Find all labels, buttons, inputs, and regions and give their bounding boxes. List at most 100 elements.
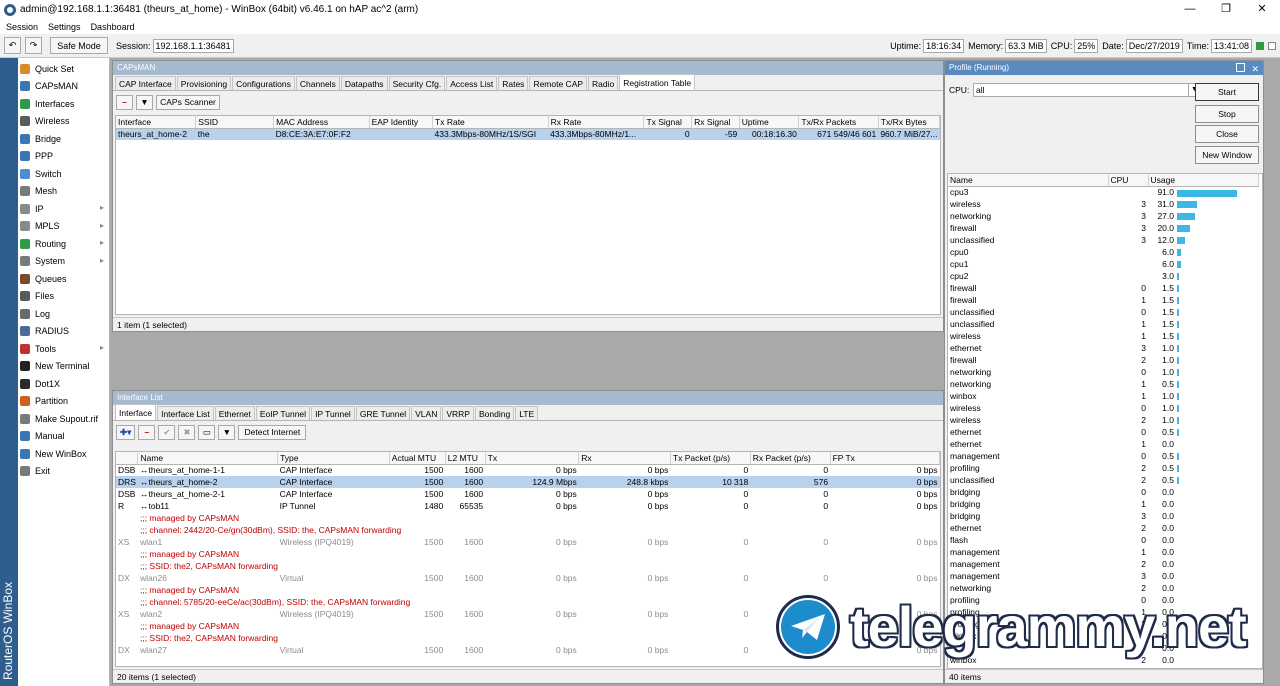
tab-channels[interactable]: Channels	[295, 76, 340, 90]
table-row[interactable]: wireless 0 1.0	[948, 402, 1258, 414]
column-header[interactable]: MAC Address	[273, 116, 370, 129]
menu-dashboard[interactable]: Dashboard	[91, 22, 135, 32]
tab-datapaths[interactable]: Datapaths	[340, 76, 388, 90]
detect-internet-button[interactable]: Detect Internet	[238, 424, 307, 440]
sidebar-item-ppp[interactable]: PPP	[20, 148, 108, 166]
column-header[interactable]: EAP Identity	[369, 116, 434, 129]
tab-security-cfg-[interactable]: Security Cfg.	[388, 76, 446, 90]
column-header[interactable]: Tx Signal	[643, 116, 693, 129]
table-row[interactable]: firewall 0 1.5	[948, 282, 1258, 294]
column-header[interactable]: Tx Packet (p/s)	[670, 452, 751, 465]
table-row[interactable]: cpu3 91.0	[948, 186, 1258, 198]
column-header[interactable]: Usage	[1148, 174, 1259, 187]
table-row[interactable]: ethernet 1 0.0	[948, 438, 1258, 450]
column-header[interactable]: Rx Signal	[691, 116, 740, 129]
close-icon[interactable]: ✕	[1251, 62, 1259, 76]
tab-bonding[interactable]: Bonding	[474, 406, 515, 420]
sidebar-item-make-supout-rif[interactable]: Make Supout.rif	[20, 410, 108, 428]
column-header[interactable]: Tx/Rx Bytes	[878, 116, 940, 129]
undo-button[interactable]: ↶	[4, 37, 21, 54]
sidebar-item-tools[interactable]: Tools ▸	[20, 340, 108, 358]
tab-vlan[interactable]: VLAN	[411, 406, 442, 420]
table-row[interactable]: ethernet 3 1.0	[948, 342, 1258, 354]
menu-session[interactable]: Session	[6, 22, 38, 32]
table-row[interactable]: ethernet 0 0.5	[948, 426, 1258, 438]
remove-button[interactable]: –	[138, 424, 156, 440]
remove-button[interactable]: –	[116, 94, 133, 110]
table-row[interactable]: networking 3 27.0	[948, 210, 1258, 222]
comment-row[interactable]: ;;; managed by CAPsMAN	[116, 512, 940, 524]
table-row[interactable]: DSB ↔theurs_at_home-1-1 CAP Interface 1500 1…	[116, 464, 940, 476]
table-row[interactable]: cpu1 6.0	[948, 258, 1258, 270]
tab-ip-tunnel[interactable]: IP Tunnel	[311, 406, 355, 420]
column-header[interactable]: Uptime	[739, 116, 800, 129]
filter-icon[interactable]: ▼	[218, 424, 236, 440]
sidebar-item-radius[interactable]: RADIUS	[20, 323, 108, 341]
table-row[interactable]: theurs_at_home-2 the D8:CE:3A:E7:0F:F2 433.…	[116, 128, 940, 140]
column-header[interactable]: SSID	[195, 116, 275, 129]
new-window-button[interactable]: New Window	[1195, 146, 1259, 164]
table-row[interactable]: flash 0 0.0	[948, 534, 1258, 546]
sidebar-item-switch[interactable]: Switch	[20, 165, 108, 183]
column-header[interactable]: CPU	[1108, 174, 1149, 187]
table-row[interactable]: management 1 0.0	[948, 546, 1258, 558]
sidebar-item-interfaces[interactable]: Interfaces	[20, 95, 108, 113]
filter-icon[interactable]: ▼	[136, 94, 153, 110]
disable-button[interactable]: ✖	[178, 424, 196, 440]
comment-row[interactable]: ;;; channel: 2442/20-Ce/gn(30dBm), SSID:…	[116, 524, 940, 536]
minimize-button[interactable]: —	[1172, 0, 1208, 19]
tab-configurations[interactable]: Configurations	[232, 76, 295, 90]
table-row[interactable]: firewall 2 1.0	[948, 354, 1258, 366]
safe-mode-button[interactable]: Safe Mode	[50, 37, 108, 54]
tab-gre-tunnel[interactable]: GRE Tunnel	[355, 406, 411, 420]
table-row[interactable]: unclassified 0 1.5	[948, 306, 1258, 318]
enable-button[interactable]: ✔	[158, 424, 176, 440]
table-row[interactable]: networking 1 0.5	[948, 378, 1258, 390]
table-row[interactable]: R ↔tob11 IP Tunnel 1480 65535 0 bps 0 bps 0 0 0 b…	[116, 500, 940, 512]
close-button[interactable]: Close	[1195, 125, 1259, 143]
column-header[interactable]: Tx/Rx Packets	[798, 116, 879, 129]
column-header[interactable]	[116, 452, 139, 465]
tab-ethernet[interactable]: Ethernet	[214, 406, 255, 420]
table-row[interactable]: wireless 2 1.0	[948, 414, 1258, 426]
menu-settings[interactable]: Settings	[48, 22, 81, 32]
tab-interface-list[interactable]: Interface List	[157, 406, 214, 420]
table-row[interactable]: DRS ↔theurs_at_home-2 CAP Interface 1500 160…	[116, 476, 940, 488]
start-button[interactable]: Start	[1195, 83, 1259, 101]
column-header[interactable]: Tx Rate	[432, 116, 549, 129]
sidebar-item-files[interactable]: Files	[20, 288, 108, 306]
column-header[interactable]: FP Tx	[830, 452, 940, 465]
sidebar-item-mpls[interactable]: MPLS ▸	[20, 218, 108, 236]
column-header[interactable]: Interface	[116, 116, 197, 129]
table-row[interactable]: DX wlan26 Virtual 1500 1600 0 bps 0 bps 0 0 0 bps	[116, 572, 940, 584]
redo-button[interactable]: ↷	[25, 37, 42, 54]
sidebar-item-ip[interactable]: IP ▸	[20, 200, 108, 218]
table-row[interactable]: networking 0 1.0	[948, 366, 1258, 378]
tab-access-list[interactable]: Access List	[446, 76, 498, 90]
close-window-button[interactable]: ✕	[1244, 0, 1280, 19]
table-row[interactable]: cpu0 6.0	[948, 246, 1258, 258]
caps-scanner-button[interactable]: CAPs Scanner	[156, 94, 220, 110]
sidebar-item-system[interactable]: System ▸	[20, 253, 108, 271]
cpu-filter-select[interactable]: all ▼	[973, 83, 1201, 97]
table-row[interactable]: bridging 1 0.0	[948, 498, 1258, 510]
table-row[interactable]: wireless 1 1.5	[948, 330, 1258, 342]
table-row[interactable]: unclassified 1 1.5	[948, 318, 1258, 330]
tab-radio[interactable]: Radio	[588, 76, 619, 90]
table-row[interactable]: DSB ↔theurs_at_home-2-1 CAP Interface 1500 1…	[116, 488, 940, 500]
table-row[interactable]: bridging 3 0.0	[948, 510, 1258, 522]
sidebar-item-manual[interactable]: Manual	[20, 428, 108, 446]
tab-provisioning[interactable]: Provisioning	[176, 76, 232, 90]
sidebar-item-new-terminal[interactable]: New Terminal	[20, 358, 108, 376]
tab-vrrp[interactable]: VRRP	[442, 406, 474, 420]
column-header[interactable]: Name	[948, 174, 1109, 187]
stop-button[interactable]: Stop	[1195, 105, 1259, 123]
tab-rates[interactable]: Rates	[498, 76, 529, 90]
table-row[interactable]: management 3 0.0	[948, 570, 1258, 582]
comment-row[interactable]: ;;; managed by CAPsMAN	[116, 548, 940, 560]
table-row[interactable]: management 2 0.0	[948, 558, 1258, 570]
sidebar-item-new-winbox[interactable]: New WinBox	[20, 445, 108, 463]
table-row[interactable]: cpu2 3.0	[948, 270, 1258, 282]
table-row[interactable]: winbox 1 1.0	[948, 390, 1258, 402]
sidebar-item-mesh[interactable]: Mesh	[20, 183, 108, 201]
